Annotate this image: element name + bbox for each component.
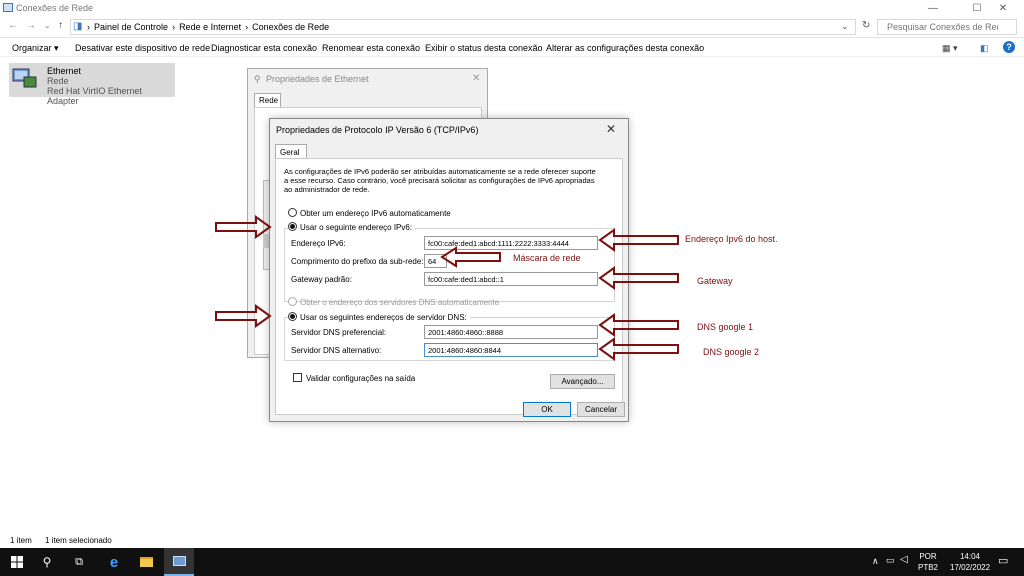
internet-explorer-icon[interactable]: e: [99, 548, 129, 576]
item-count: 1 item: [10, 536, 32, 545]
start-button[interactable]: [2, 548, 32, 576]
clock[interactable]: 14:04 17/02/2022: [950, 551, 990, 573]
arrow-manual-ipv6: [215, 215, 272, 239]
arrow-dns1: [598, 313, 679, 337]
chevron-up-icon[interactable]: ∧: [872, 556, 879, 567]
annotation-arrows: [215, 215, 679, 361]
network-tray-icon[interactable]: ▭: [886, 555, 895, 566]
status-bar: 1 item 1 item selecionado: [0, 534, 1024, 548]
language-indicator[interactable]: POR PTB2: [914, 551, 942, 573]
task-view-icon[interactable]: ⧉: [64, 548, 94, 576]
network-connections-taskbar-icon[interactable]: [164, 548, 194, 576]
note-ipv6-address: Endereço Ipv6 do host.: [685, 234, 778, 244]
windows-logo-icon: [11, 556, 23, 568]
arrow-prefix: [440, 246, 501, 268]
selected-count: 1 item selecionado: [45, 536, 112, 545]
arrow-ipv6-address: [598, 228, 679, 252]
volume-icon[interactable]: ◁: [900, 554, 908, 565]
arrow-gateway: [598, 266, 679, 290]
note-dns2: DNS google 2: [703, 347, 760, 357]
note-mask: Máscara de rede: [513, 253, 581, 263]
file-explorer-icon[interactable]: [131, 548, 161, 576]
arrow-manual-dns: [215, 304, 272, 328]
search-icon[interactable]: ⚲: [32, 548, 62, 576]
taskbar: ⚲ ⧉ e ∧ ▭ ◁ POR PTB2 14:04 17/02/2022 ▭: [0, 548, 1024, 576]
note-dns1: DNS google 1: [697, 322, 754, 332]
notification-icon[interactable]: ▭: [998, 554, 1008, 567]
note-gateway: Gateway: [697, 276, 733, 286]
arrow-dns2: [598, 337, 679, 361]
